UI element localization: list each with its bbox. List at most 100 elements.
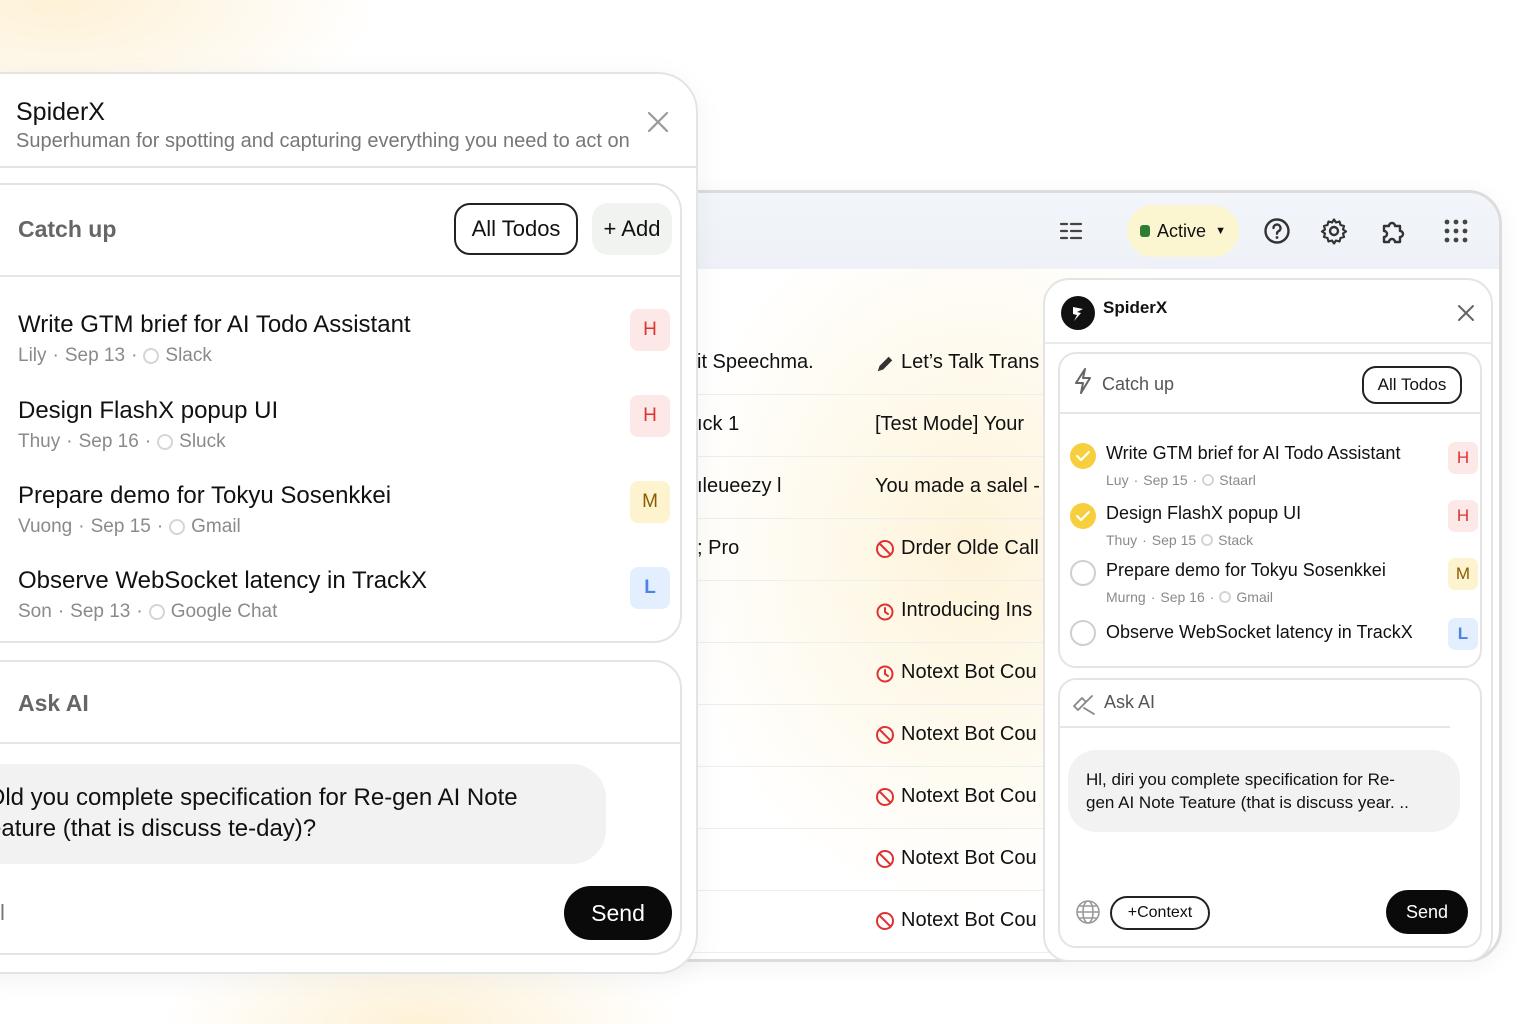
mail-sender: ıck 1: [697, 413, 740, 435]
settings-icon[interactable]: [1316, 213, 1352, 249]
mail-subject-text: Notext Bot Cou: [901, 723, 1037, 745]
todo-source: Google Chat: [170, 601, 278, 622]
mail-row[interactable]: Notext Bot Cou: [643, 891, 1063, 953]
extension-icon[interactable]: [1375, 213, 1411, 249]
apps-grid-icon[interactable]: [1438, 213, 1474, 249]
status-dropdown[interactable]: Active ▼: [1127, 205, 1239, 257]
mail-row[interactable]: Notext Bot Cou: [643, 767, 1063, 829]
send-button[interactable]: Send: [1386, 890, 1468, 934]
chat-message-line: eature (that is discuss te-day)?: [0, 815, 317, 842]
list-icon[interactable]: [1053, 213, 1089, 249]
mail-sender: it Speechma.: [697, 351, 814, 373]
mail-row[interactable]: ıck 1 [Test Mode] Your: [643, 395, 1063, 457]
chat-message-line: Hl, diri you complete specification for …: [1086, 770, 1395, 789]
todo-source: Staarl: [1219, 472, 1256, 488]
mail-subject: Notext Bot Cou: [875, 847, 1037, 870]
ask-ai-card: Ask AI Dld you complete specification fo…: [0, 660, 682, 955]
mail-row[interactable]: Introducing Ins: [643, 581, 1063, 643]
close-icon[interactable]: [646, 110, 670, 134]
all-todos-button[interactable]: All Todos: [454, 203, 578, 255]
mail-row[interactable]: ; Pro Drder Olde Call: [643, 519, 1063, 581]
todo-title: Observe WebSocket latency in TrackX: [18, 567, 428, 594]
blocked-icon: [875, 787, 895, 807]
panel-header: SpiderX Superhuman for spotting and capt…: [0, 74, 696, 168]
divider: [1060, 726, 1450, 728]
all-todos-button[interactable]: All Todos: [1362, 366, 1462, 404]
status-label: Active: [1157, 220, 1207, 241]
lock-icon: [1140, 225, 1151, 237]
todo-title: Design FlashX popup UI: [1106, 503, 1302, 523]
todo-meta: Vuong · Sep 15 · Gmail: [18, 516, 241, 537]
todo-person: Murng: [1106, 589, 1146, 605]
mail-subject: Notext Bot Cou: [875, 661, 1037, 684]
chat-input[interactable]: l: [0, 900, 5, 926]
checkbox[interactable]: [1070, 560, 1096, 586]
mail-row[interactable]: Notext Bot Cou: [643, 643, 1063, 705]
blocked-icon: [875, 539, 895, 559]
priority-badge: M: [630, 481, 670, 523]
ask-ai-label: Ask AI: [1104, 692, 1156, 712]
send-button[interactable]: Send: [564, 886, 672, 940]
mail-sender: ; Pro: [697, 537, 740, 559]
close-icon[interactable]: [1457, 304, 1475, 322]
todo-item[interactable]: Observe WebSocket latency in TrackX Son ·…: [18, 567, 578, 623]
todo-item[interactable]: Prepare demo for Tokyu Sosenkkei Vuong · …: [18, 482, 578, 538]
panel-title: SpiderX: [16, 98, 105, 126]
mail-row[interactable]: Notext Bot Cou: [643, 705, 1063, 767]
todo-person: Son: [18, 601, 52, 622]
catch-up-label: Catch up: [18, 216, 117, 242]
todo-source: Sluck: [179, 431, 226, 452]
todo-item[interactable]: Write GTM brief for AI Todo Assistant Li…: [18, 311, 578, 367]
add-context-button[interactable]: +Context: [1110, 896, 1210, 930]
ask-ai-label: Ask AI: [18, 690, 89, 716]
chat-message-line: Dld you complete specification for Re-ge…: [0, 784, 518, 811]
mail-subject: [Test Mode] Your: [875, 413, 1024, 436]
checkbox-checked[interactable]: [1070, 503, 1096, 529]
mail-subject-text: Let’s Talk Trans: [901, 351, 1040, 373]
source-icon: [169, 519, 186, 535]
blocked-icon: [875, 911, 895, 931]
mail-subject: Introducing Ins: [875, 599, 1032, 622]
divider: [0, 742, 680, 744]
globe-icon[interactable]: [1074, 898, 1102, 931]
divider: [1060, 412, 1480, 414]
spiderx-panel-small: SpiderX Catch up All Todos Write GTM bri…: [1043, 278, 1493, 962]
help-icon[interactable]: [1259, 213, 1295, 249]
mail-subject-text: Notext Bot Cou: [901, 785, 1037, 807]
source-icon: [148, 604, 165, 620]
panel-title: SpiderX: [1103, 298, 1168, 317]
todo-date: Sep 15: [1143, 472, 1188, 488]
todo-source: Slack: [165, 345, 212, 366]
todo-person: Vuong: [18, 516, 73, 537]
mail-subject: Drder Olde Call: [875, 537, 1039, 560]
mail-subject-text: Notext Bot Cou: [901, 909, 1037, 931]
checkbox[interactable]: [1070, 620, 1096, 646]
checkbox-checked[interactable]: [1070, 443, 1096, 469]
blocked-icon: [875, 849, 895, 869]
snooze-icon: [875, 601, 895, 621]
ai-sparkle-icon: [1072, 694, 1096, 721]
source-icon: [157, 434, 174, 450]
mail-row[interactable]: it Speechma. Let’s Talk Trans: [643, 333, 1063, 395]
todo-source: Gmail: [1236, 589, 1273, 605]
mail-subject-text: You made a salel -: [875, 475, 1040, 497]
mail-subject-text: Notext Bot Cou: [901, 847, 1037, 869]
catch-up-card: Catch up All Todos Write GTM brief for A…: [1058, 352, 1482, 668]
source-icon: [143, 348, 160, 364]
todo-person: Luy: [1106, 472, 1129, 488]
todo-source: Gmail: [191, 516, 241, 537]
add-todo-button[interactable]: + Add: [592, 203, 672, 255]
mail-sender: ıleueezy l: [697, 475, 782, 497]
mail-row[interactable]: Notext Bot Cou: [643, 829, 1063, 891]
divider: [0, 275, 680, 277]
todo-item[interactable]: Design FlashX popup UI Thuy · Sep 16 · Slu…: [18, 397, 578, 453]
todo-person: Lily: [18, 345, 47, 366]
lightning-icon: [1074, 368, 1092, 399]
todo-meta: Murng · Sep 16 · Gmail: [1106, 589, 1273, 605]
todo-title: Prepare demo for Tokyu Sosenkkei: [1106, 560, 1386, 580]
mail-row[interactable]: ıleueezy l You made a salel -: [643, 457, 1063, 519]
catch-up-label: Catch up: [1102, 374, 1175, 394]
mail-subject: You made a salel -: [875, 475, 1040, 498]
chat-message-line: gen AI Note Teature (that is discuss yea…: [1086, 793, 1409, 812]
todo-meta: Thuy · Sep 15 Stack: [1106, 532, 1254, 548]
